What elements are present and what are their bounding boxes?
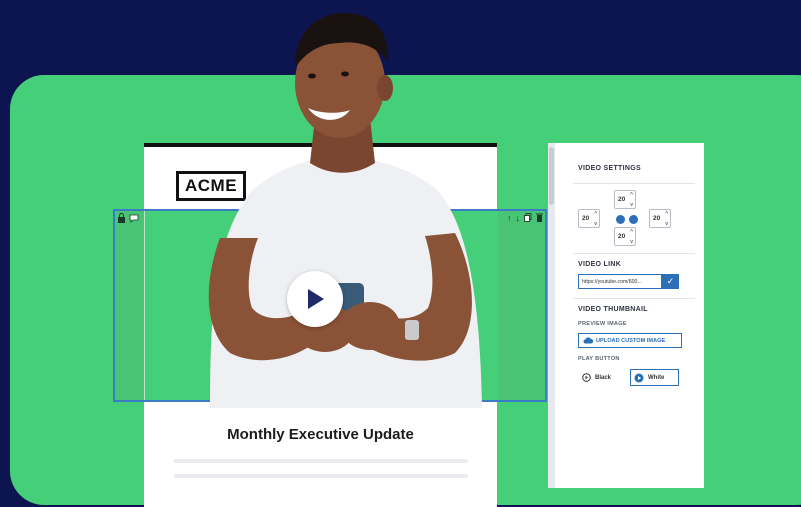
check-icon: ✓ [666, 276, 675, 286]
padding-link-dot[interactable] [629, 215, 638, 224]
upload-custom-image-button[interactable]: UPLOAD CUSTOM IMAGE [578, 333, 682, 348]
placeholder-text-line [174, 474, 468, 478]
radio-play-icon [582, 373, 591, 382]
chevron-down-icon[interactable]: v [630, 239, 633, 245]
video-link-title: VIDEO LINK [578, 261, 622, 268]
play-icon [308, 289, 324, 309]
confirm-link-button[interactable]: ✓ [662, 274, 679, 289]
video-play-button[interactable] [287, 271, 343, 327]
chevron-up-icon[interactable]: ^ [630, 229, 633, 235]
arrow-down-icon[interactable]: ↓ [516, 213, 521, 224]
block-right-toolbar: ↑ ↓ [507, 213, 543, 224]
video-settings-panel: VIDEO SETTINGS 20 ^ v 20 ^ v 20 ^ v 20 ^ v VIDEO… [548, 143, 704, 488]
play-button-option-white[interactable]: White [630, 369, 679, 386]
chevron-up-icon[interactable]: ^ [630, 192, 633, 198]
chevron-down-icon[interactable]: v [630, 202, 633, 208]
video-settings-title: VIDEO SETTINGS [578, 165, 641, 172]
divider [573, 183, 695, 184]
option-white-label: White [648, 374, 665, 381]
block-left-toolbar [117, 213, 139, 225]
padding-link-dot[interactable] [616, 215, 625, 224]
chevron-up-icon[interactable]: ^ [665, 211, 668, 217]
play-button-label: PLAY BUTTON [578, 356, 620, 362]
padding-right-value: 20 [653, 215, 661, 222]
chevron-down-icon[interactable]: v [665, 221, 668, 227]
comment-icon[interactable] [129, 213, 139, 225]
padding-right-stepper[interactable]: 20 ^ v [649, 209, 671, 228]
padding-top-stepper[interactable]: 20 ^ v [614, 190, 636, 209]
settings-scrollbar[interactable] [548, 143, 555, 488]
email-headline: Monthly Executive Update [227, 426, 414, 443]
video-thumbnail-title: VIDEO THUMBNAIL [578, 306, 648, 313]
arrow-up-icon[interactable]: ↑ [507, 213, 512, 224]
option-black-label: Black [595, 374, 612, 381]
person-photo [208, 13, 482, 408]
padding-top-value: 20 [618, 196, 626, 203]
play-button-option-black[interactable]: Black [582, 373, 611, 382]
preview-image-label: PREVIEW IMAGE [578, 321, 627, 327]
padding-bottom-value: 20 [618, 233, 626, 240]
divider [573, 253, 695, 254]
scrollbar-thumb[interactable] [549, 147, 554, 205]
video-link-input[interactable]: https://youtube.com/600... [578, 274, 662, 289]
play-circle-icon [634, 373, 644, 382]
chevron-down-icon[interactable]: v [594, 221, 597, 227]
lock-icon[interactable] [117, 213, 126, 225]
chevron-up-icon[interactable]: ^ [594, 211, 597, 217]
upload-button-label: UPLOAD CUSTOM IMAGE [596, 337, 666, 344]
copy-icon[interactable] [524, 213, 532, 224]
divider [573, 298, 695, 299]
padding-left-value: 20 [582, 215, 590, 222]
cloud-upload-icon [583, 337, 593, 344]
trash-icon[interactable] [536, 213, 543, 224]
padding-bottom-stepper[interactable]: 20 ^ v [614, 227, 636, 246]
padding-left-stepper[interactable]: 20 ^ v [578, 209, 600, 228]
placeholder-text-line [174, 459, 468, 463]
